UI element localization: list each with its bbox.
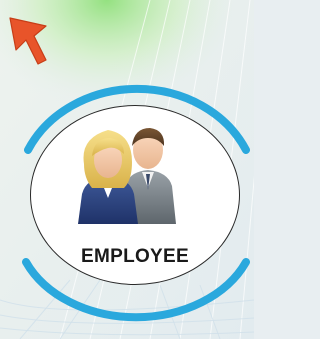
employee-label: EMPLOYEE (81, 246, 189, 267)
employees-icon (78, 128, 176, 224)
employee-tile[interactable]: EMPLOYEE (0, 0, 254, 339)
